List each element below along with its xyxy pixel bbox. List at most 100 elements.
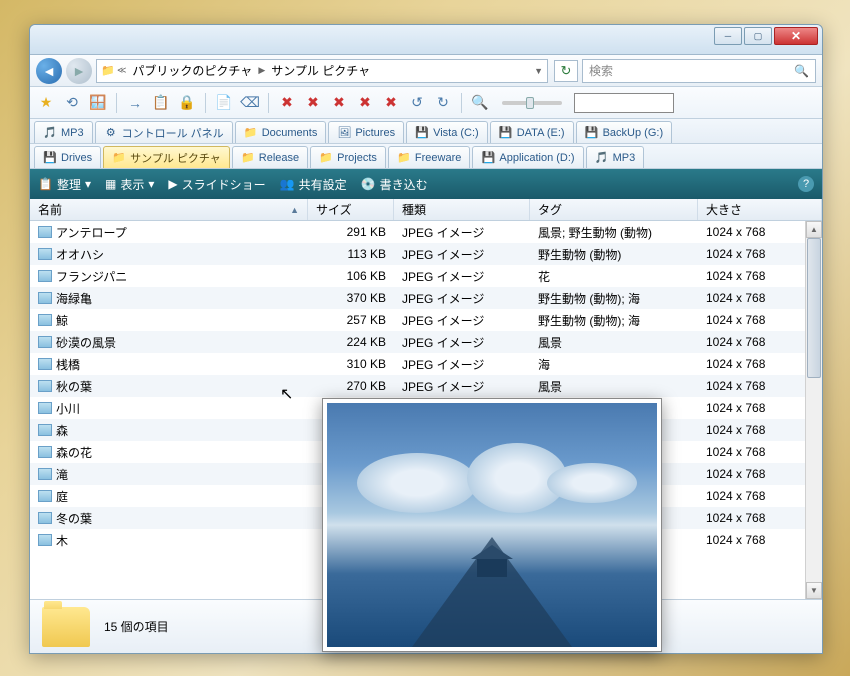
maximize-button[interactable]: ▢ xyxy=(744,27,772,45)
image-file-icon xyxy=(38,292,52,304)
toolbar-icon-1[interactable]: ⟲ xyxy=(62,93,82,113)
tab-Drives[interactable]: 💾Drives xyxy=(34,146,101,168)
tab-コントロール パネル[interactable]: ⚙コントロール パネル xyxy=(95,121,233,143)
search-placeholder: 検索 xyxy=(589,62,613,79)
file-type: JPEG イメージ xyxy=(394,224,530,241)
toolbar-icon-10[interactable]: ✖ xyxy=(329,93,349,113)
titlebar: ─ ▢ ✕ xyxy=(30,25,822,55)
file-size: 257 KB xyxy=(308,313,394,327)
file-dimensions: 1024 x 768 xyxy=(698,335,822,349)
navbar: ◄ ► 📁 ≪ パブリックのピクチャ ▶ サンプル ピクチャ ▼ ↻ 検索 🔍 xyxy=(30,55,822,87)
col-name[interactable]: 名前▲ xyxy=(30,199,308,220)
toolbar-icon-15[interactable]: 🔍 xyxy=(470,93,490,113)
tab-サンプル ピクチャ[interactable]: 📁サンプル ピクチャ xyxy=(103,146,230,168)
toolbar-icon-3[interactable]: → xyxy=(125,93,145,113)
scroll-thumb[interactable] xyxy=(807,238,821,378)
table-row[interactable]: オオハシ113 KBJPEG イメージ野生動物 (動物)1024 x 768 xyxy=(30,243,822,265)
scroll-up-icon[interactable]: ▲ xyxy=(806,221,822,238)
toolbar-icon-6[interactable]: 📄 xyxy=(214,93,234,113)
scroll-down-icon[interactable]: ▼ xyxy=(806,582,822,599)
preview-image xyxy=(327,403,657,647)
toolbar: ★ ⟲ 🪟 → 📋 🔒 📄 ⌫ ✖ ✖ ✖ ✖ ✖ ↺ ↻ 🔍 xyxy=(30,87,822,119)
tab-label: Pictures xyxy=(355,127,395,139)
file-dimensions: 1024 x 768 xyxy=(698,489,822,503)
forward-button[interactable]: ► xyxy=(66,58,92,84)
tab-Pictures[interactable]: 🖼 Pictures xyxy=(328,121,404,143)
toolbar-icon-7[interactable]: ⌫ xyxy=(240,93,260,113)
file-type: JPEG イメージ xyxy=(394,290,530,307)
separator xyxy=(116,93,117,113)
col-dim[interactable]: 大きさ xyxy=(698,199,822,220)
breadcrumb[interactable]: 📁 ≪ パブリックのピクチャ ▶ サンプル ピクチャ ▼ xyxy=(96,59,548,83)
view-menu[interactable]: ▦ 表示 ▾ xyxy=(105,176,154,193)
dropdown-icon[interactable]: ▼ xyxy=(534,66,543,76)
zoom-slider[interactable] xyxy=(502,101,562,105)
organize-menu[interactable]: 📋 整理 ▾ xyxy=(38,176,91,193)
table-row[interactable]: 鯨257 KBJPEG イメージ野生動物 (動物); 海1024 x 768 xyxy=(30,309,822,331)
toolbar-icon-0[interactable]: ★ xyxy=(36,93,56,113)
file-size: 270 KB xyxy=(308,379,394,393)
tab-icon: 📁 xyxy=(319,151,333,165)
help-icon[interactable]: ? xyxy=(798,176,814,192)
file-name: 森 xyxy=(56,422,68,439)
share-button[interactable]: 👥 共有設定 xyxy=(280,176,347,193)
minimize-button[interactable]: ─ xyxy=(714,27,742,45)
table-row[interactable]: アンテロープ291 KBJPEG イメージ風景; 野生動物 (動物)1024 x… xyxy=(30,221,822,243)
tab-DATA (E:)[interactable]: 💾DATA (E:) xyxy=(490,121,574,143)
toolbar-icon-11[interactable]: ✖ xyxy=(355,93,375,113)
tab-Projects[interactable]: 📁Projects xyxy=(310,146,386,168)
tab-Vista (C:)[interactable]: 💾Vista (C:) xyxy=(406,121,488,143)
tab-label: Drives xyxy=(61,152,92,164)
breadcrumb-segment[interactable]: パブリックのピクチャ xyxy=(128,62,256,79)
table-row[interactable]: 桟橋310 KBJPEG イメージ海1024 x 768 xyxy=(30,353,822,375)
image-file-icon xyxy=(38,314,52,326)
tab-BackUp (G:)[interactable]: 💾BackUp (G:) xyxy=(576,121,673,143)
toolbar-icon-5[interactable]: 🔒 xyxy=(177,93,197,113)
tab-Documents[interactable]: 📁Documents xyxy=(235,121,327,143)
back-button[interactable]: ◄ xyxy=(36,58,62,84)
tab-Freeware[interactable]: 📁Freeware xyxy=(388,146,470,168)
tab-icon: 💾 xyxy=(415,126,429,140)
toolbar-icon-12[interactable]: ✖ xyxy=(381,93,401,113)
file-name: 桟橋 xyxy=(56,356,80,373)
tab-MP3[interactable]: 🎵MP3 xyxy=(586,146,645,168)
file-name: 小川 xyxy=(56,400,80,417)
col-tag[interactable]: タグ xyxy=(530,199,698,220)
toolbar-icon-13[interactable]: ↺ xyxy=(407,93,427,113)
table-row[interactable]: 海緑亀370 KBJPEG イメージ野生動物 (動物); 海1024 x 768 xyxy=(30,287,822,309)
image-file-icon xyxy=(38,490,52,502)
breadcrumb-segment[interactable]: サンプル ピクチャ xyxy=(267,62,374,79)
toolbar-icon-8[interactable]: ✖ xyxy=(277,93,297,113)
table-row[interactable]: 秋の葉270 KBJPEG イメージ風景1024 x 768 xyxy=(30,375,822,397)
col-size[interactable]: サイズ xyxy=(308,199,394,220)
file-name: 秋の葉 xyxy=(56,378,92,395)
close-button[interactable]: ✕ xyxy=(774,27,818,45)
table-row[interactable]: フランジパニ106 KBJPEG イメージ花1024 x 768 xyxy=(30,265,822,287)
refresh-button[interactable]: ↻ xyxy=(554,60,578,82)
tab-Release[interactable]: 📁Release xyxy=(232,146,308,168)
toolbar-icon-4[interactable]: 📋 xyxy=(151,93,171,113)
search-input[interactable]: 検索 🔍 xyxy=(582,59,816,83)
filter-input[interactable] xyxy=(574,93,674,113)
separator xyxy=(205,93,206,113)
tab-Application (D:)[interactable]: 💾Application (D:) xyxy=(472,146,583,168)
file-dimensions: 1024 x 768 xyxy=(698,445,822,459)
tab-MP3[interactable]: 🎵MP3 xyxy=(34,121,93,143)
toolbar-icon-9[interactable]: ✖ xyxy=(303,93,323,113)
command-bar: 📋 整理 ▾ ▦ 表示 ▾ ▶ スライドショー 👥 共有設定 💿 書き込む ? xyxy=(30,169,822,199)
toolbar-icon-14[interactable]: ↻ xyxy=(433,93,453,113)
tab-icon: 🖼 xyxy=(337,126,351,140)
file-size: 310 KB xyxy=(308,357,394,371)
burn-button[interactable]: 💿 書き込む xyxy=(361,176,428,193)
file-dimensions: 1024 x 768 xyxy=(698,533,822,547)
toolbar-icon-2[interactable]: 🪟 xyxy=(88,93,108,113)
tab-label: Freeware xyxy=(415,152,461,164)
tab-label: MP3 xyxy=(61,127,84,139)
slideshow-button[interactable]: ▶ スライドショー xyxy=(168,176,265,193)
file-dimensions: 1024 x 768 xyxy=(698,247,822,261)
file-type: JPEG イメージ xyxy=(394,268,530,285)
file-dimensions: 1024 x 768 xyxy=(698,423,822,437)
table-row[interactable]: 砂漠の風景224 KBJPEG イメージ風景1024 x 768 xyxy=(30,331,822,353)
col-type[interactable]: 種類 xyxy=(394,199,530,220)
scrollbar[interactable]: ▲ ▼ xyxy=(805,221,822,599)
